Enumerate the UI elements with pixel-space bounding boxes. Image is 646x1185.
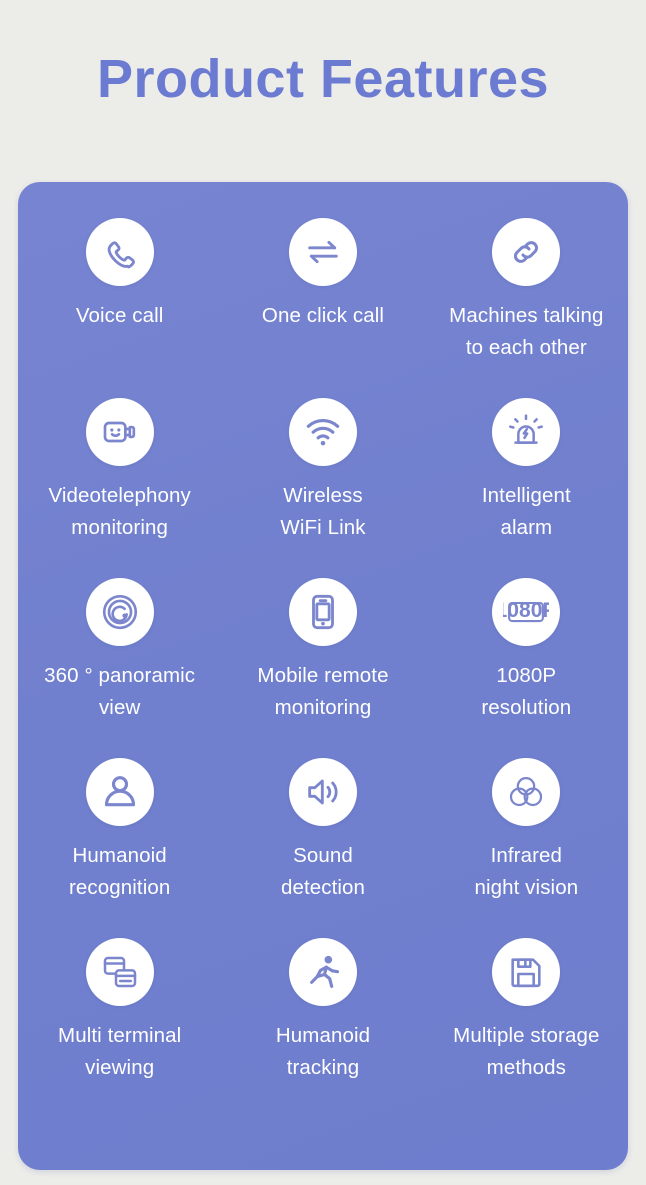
feature-label: Humanoid tracking <box>275 1024 371 1080</box>
feature-item[interactable]: Multiple storage methods <box>425 938 628 1118</box>
feature-label: Wireless WiFi Link <box>280 484 366 540</box>
siren-alarm-icon <box>492 398 561 466</box>
feature-item[interactable]: 1080P 1080P resolution <box>425 578 628 758</box>
chain-link-icon <box>492 218 561 286</box>
feature-item[interactable]: Mobile remote monitoring <box>221 578 424 758</box>
wifi-signal-icon <box>288 398 357 466</box>
feature-label: Machines talking to each other <box>449 304 604 360</box>
resolution-1080p-icon: 1080P <box>492 578 561 646</box>
product-features-page: Product Features Voice call One click ca… <box>0 0 646 1185</box>
feature-item[interactable]: Voice call <box>18 218 221 398</box>
feature-label: Videotelephony monitoring <box>48 484 191 540</box>
feature-item[interactable]: Videotelephony monitoring <box>18 398 221 578</box>
speaker-waves-icon <box>288 758 357 826</box>
exchange-arrows-icon <box>288 218 357 286</box>
features-grid: Voice call One click call Machines talki… <box>18 218 628 1118</box>
running-person-icon <box>288 938 357 1006</box>
feature-item[interactable]: Multi terminal viewing <box>18 938 221 1118</box>
feature-item[interactable]: Machines talking to each other <box>425 218 628 398</box>
feature-item[interactable]: Intelligent alarm <box>425 398 628 578</box>
camera-lens-icon <box>85 578 154 646</box>
multi-window-icon <box>85 938 154 1006</box>
feature-label: 360 ° panoramic view <box>44 664 196 720</box>
feature-label: Voice call <box>75 304 164 327</box>
feature-label: Intelligent alarm <box>481 484 571 540</box>
person-silhouette-icon <box>85 758 154 826</box>
floppy-disk-icon <box>492 938 561 1006</box>
feature-label: 1080P resolution <box>481 664 572 720</box>
smartphone-icon <box>288 578 357 646</box>
feature-label: Sound detection <box>280 844 366 900</box>
resolution-badge-text: 1080P <box>503 599 549 622</box>
feature-item[interactable]: Wireless WiFi Link <box>221 398 424 578</box>
feature-item[interactable]: Humanoid tracking <box>221 938 424 1118</box>
feature-item[interactable]: 360 ° panoramic view <box>18 578 221 758</box>
page-title: Product Features <box>96 49 550 109</box>
feature-item[interactable]: Sound detection <box>221 758 424 938</box>
feature-item[interactable]: One click call <box>221 218 424 398</box>
feature-label: Humanoid recognition <box>68 844 171 900</box>
video-camera-smiley-icon <box>85 398 154 466</box>
feature-label: One click call <box>261 304 385 327</box>
feature-label: Mobile remote monitoring <box>257 664 389 720</box>
feature-label: Multiple storage methods <box>453 1024 600 1080</box>
feature-item[interactable]: Infrared night vision <box>425 758 628 938</box>
features-card: Voice call One click call Machines talki… <box>18 182 628 1170</box>
feature-item[interactable]: Humanoid recognition <box>18 758 221 938</box>
three-circles-icon <box>492 758 561 826</box>
phone-handset-icon <box>85 218 154 286</box>
feature-label: Infrared night vision <box>474 844 579 900</box>
feature-label: Multi terminal viewing <box>58 1024 182 1080</box>
